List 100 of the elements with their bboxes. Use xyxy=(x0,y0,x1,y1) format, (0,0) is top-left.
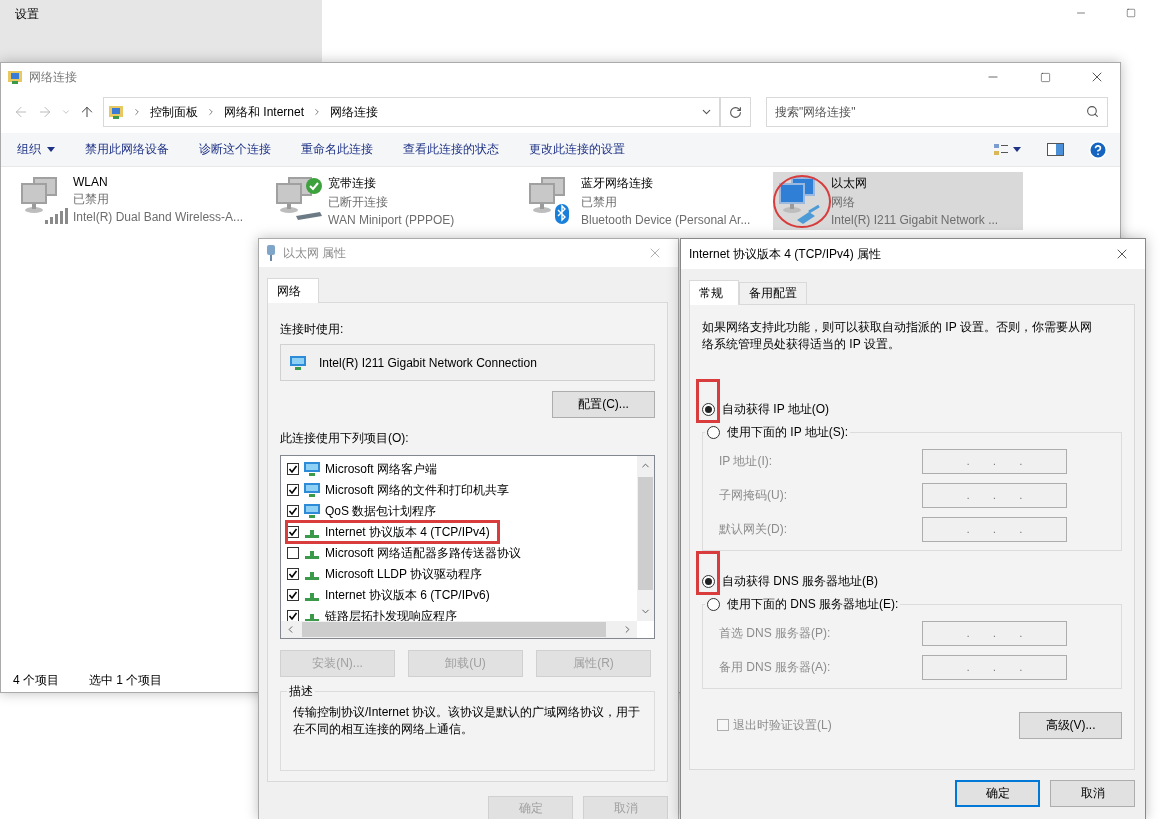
section-label: 此连接使用下列项目(O): xyxy=(280,430,410,447)
connection-device: Bluetooth Device (Personal Ar... xyxy=(581,213,751,227)
check-mark-icon xyxy=(288,590,298,600)
network-protocol-icon xyxy=(305,551,319,559)
checkbox[interactable] xyxy=(287,484,299,496)
radio-label: 使用下面的 DNS 服务器地址(E): xyxy=(727,596,899,613)
item-label: Microsoft 网络适配器多路传送器协议 xyxy=(325,544,521,562)
scrollbar-thumb[interactable] xyxy=(638,477,653,590)
status-text: 4 个项目 xyxy=(13,671,59,689)
adapter-name: Intel(R) I211 Gigabit Network Connection xyxy=(319,355,537,370)
computer-icon xyxy=(289,354,307,371)
radio-button[interactable] xyxy=(707,426,720,439)
section-label: 连接时使用: xyxy=(280,321,345,338)
list-item[interactable]: 链路层拓扑发现响应程序 xyxy=(287,606,465,621)
toolbar-button[interactable]: 查看此连接的状态 xyxy=(403,141,499,158)
check-mark-icon xyxy=(288,485,298,495)
check-mark-icon xyxy=(288,506,298,516)
checkbox[interactable] xyxy=(287,568,299,580)
network-cable-icon xyxy=(265,244,277,262)
breadcrumb-item[interactable]: 控制面板 xyxy=(150,103,198,121)
dialog-button[interactable]: 取消 xyxy=(1050,780,1135,807)
field-label: 默认网关(D): xyxy=(719,521,788,538)
radio-button[interactable] xyxy=(707,598,720,611)
radio-button[interactable] xyxy=(702,403,715,416)
item-label: Internet 协议版本 4 (TCP/IPv4) xyxy=(325,523,490,541)
window-title: 设置 xyxy=(15,7,39,21)
horizontal-scrollbar[interactable] xyxy=(281,621,637,638)
toolbar-button[interactable]: 禁用此网络设备 xyxy=(85,141,169,158)
dialog-button[interactable]: 确定 xyxy=(955,780,1040,807)
checkbox[interactable] xyxy=(287,505,299,517)
organize-menu-button[interactable]: 组织 xyxy=(17,141,55,158)
tab[interactable]: 备用配置 xyxy=(739,282,807,304)
connection-item[interactable]: 以太网 网络 Intel(R) I211 Gigabit Network ... xyxy=(773,172,1023,230)
configure-button[interactable]: 配置(C)... xyxy=(552,391,655,418)
list-item[interactable]: Microsoft LLDP 协议驱动程序 xyxy=(287,564,491,584)
connection-name: WLAN xyxy=(73,175,109,189)
toolbar-button[interactable]: 重命名此连接 xyxy=(301,141,373,158)
list-item[interactable]: Microsoft 网络的文件和打印机共享 xyxy=(287,480,517,500)
list-item[interactable]: Microsoft 网络适配器多路传送器协议 xyxy=(287,543,529,563)
window-title: 网络连接 xyxy=(29,68,77,86)
radio-button[interactable] xyxy=(702,575,715,588)
item-label: 链路层拓扑发现响应程序 xyxy=(325,607,457,621)
connection-item[interactable]: 宽带连接 已断开连接 WAN Miniport (PPPOE) xyxy=(270,172,523,230)
view-options-button[interactable] xyxy=(993,141,1021,158)
checkbox[interactable] xyxy=(287,463,299,475)
network-computer-icon xyxy=(19,174,71,226)
refresh-button[interactable] xyxy=(721,97,751,127)
connection-name: 蓝牙网络连接 xyxy=(581,175,654,192)
preview-pane-button[interactable] xyxy=(1047,143,1064,156)
toolbar-button[interactable]: 更改此连接的设置 xyxy=(529,141,625,158)
status-text: 选中 1 个项目 xyxy=(89,671,163,689)
toolbar-button[interactable]: 诊断这个连接 xyxy=(199,141,271,158)
intro-text: 如果网络支持此功能，则可以获取自动指派的 IP 设置。否则，你需要从网络系统管理员处获得适当的 IP 设置。 xyxy=(702,319,1093,353)
details-view-icon xyxy=(993,141,1009,158)
search-field[interactable]: 搜索"网络连接" xyxy=(766,97,1108,127)
connection-item[interactable]: 蓝牙网络连接 已禁用 Bluetooth Device (Personal Ar... xyxy=(523,172,773,230)
checkbox[interactable] xyxy=(287,589,299,601)
item-label: Microsoft 网络的文件和打印机共享 xyxy=(325,481,509,499)
caret-icon xyxy=(1013,147,1021,152)
item-label: QoS 数据包计划程序 xyxy=(325,502,437,520)
address-bar[interactable]: 控制面板 网络和 Internet 网络连接 xyxy=(103,97,721,127)
list-item[interactable]: Internet 协议版本 4 (TCP/IPv4) xyxy=(287,522,498,542)
maximize-icon xyxy=(1039,71,1051,83)
item-label: Microsoft 网络客户端 xyxy=(325,460,437,478)
connection-status: 网络 xyxy=(831,194,856,211)
checkbox[interactable] xyxy=(287,526,299,538)
checkbox[interactable] xyxy=(287,547,299,559)
vertical-scrollbar[interactable] xyxy=(637,456,654,621)
network-protocol-icon xyxy=(305,530,319,538)
arrow-right-icon xyxy=(37,104,53,120)
item-label: Microsoft LLDP 协议驱动程序 xyxy=(325,565,483,583)
list-item[interactable]: QoS 数据包计划程序 xyxy=(287,501,445,521)
radio-label: 自动获得 DNS 服务器地址(B) xyxy=(722,573,878,590)
caret-icon xyxy=(47,147,55,152)
connection-device: Intel(R) I211 Gigabit Network ... xyxy=(831,213,999,227)
preview-pane-icon xyxy=(1047,143,1064,156)
network-protocol-icon xyxy=(305,593,319,601)
connection-item[interactable]: WLAN 已禁用 Intel(R) Dual Band Wireless-A... xyxy=(15,172,270,230)
window-title: Internet 协议版本 4 (TCP/IPv4) 属性 xyxy=(689,245,882,263)
checkbox-label: 退出时验证设置(L) xyxy=(733,716,832,734)
maximize-icon xyxy=(1126,8,1136,18)
tab[interactable]: 网络 xyxy=(267,278,319,303)
computer-icon xyxy=(303,482,321,498)
list-item[interactable]: Internet 协议版本 6 (TCP/IPv6) xyxy=(287,585,498,605)
breadcrumb-item[interactable]: 网络连接 xyxy=(330,103,379,121)
connection-device: Intel(R) Dual Band Wireless-A... xyxy=(73,210,244,224)
advanced-button[interactable]: 高级(V)... xyxy=(1019,711,1122,739)
breadcrumb-item[interactable]: 网络和 Internet xyxy=(224,103,305,121)
tab[interactable]: 常规 xyxy=(689,280,739,305)
window-title: 以太网 属性 xyxy=(283,244,347,262)
item-label: Internet 协议版本 6 (TCP/IPv6) xyxy=(325,586,490,604)
scrollbar-thumb[interactable] xyxy=(302,622,606,637)
list-item[interactable]: Microsoft 网络客户端 xyxy=(287,459,445,479)
help-button[interactable] xyxy=(1088,139,1108,160)
network-folder-icon xyxy=(108,104,124,120)
description-text: 传输控制协议/Internet 协议。该协议是默认的广域网络协议，用于在不同的相互连接的网络上通信。 xyxy=(293,704,642,738)
refresh-icon xyxy=(729,105,742,119)
connection-status: 已断开连接 xyxy=(328,194,389,211)
field-label: 首选 DNS 服务器(P): xyxy=(719,625,832,642)
computer-icon xyxy=(303,503,321,519)
